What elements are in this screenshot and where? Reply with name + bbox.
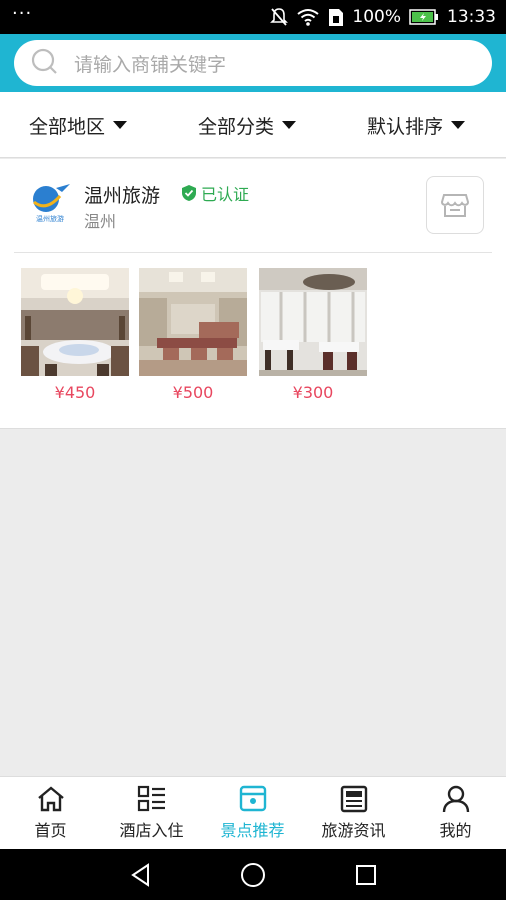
nav-mine-label: 我的 [439,821,472,840]
mute-icon [270,7,289,27]
verified-label: 已认证 [201,185,250,204]
home-icon [37,786,64,812]
nav-hotel[interactable]: 酒店入住 [101,777,202,850]
news-icon [340,785,367,813]
filter-bar: 全部地区 全部分类 默认排序 [0,92,506,158]
search-placeholder: 请输入商铺关键字 [74,53,227,76]
nav-news[interactable]: 旅游资讯 [303,777,404,850]
list-icon [137,785,165,812]
filter-sort-label: 默认排序 [367,115,444,138]
nav-mine[interactable]: 我的 [405,777,506,850]
filter-region-label: 全部地区 [29,115,106,138]
nav-news-label: 旅游资讯 [321,821,386,840]
store-icon [440,194,470,217]
battery-percent: 100% [352,7,401,27]
sim-icon [328,8,344,27]
overflow-dots-icon: ··· [12,3,33,24]
status-bar-right: 100% 13:33 [270,0,496,34]
wifi-icon [296,8,320,26]
product-thumb-3[interactable] [259,268,367,376]
product-thumb-2[interactable] [139,268,247,376]
search-bar: 请输入商铺关键字 [0,34,506,92]
shop-logo: 温州旅游 [28,182,72,224]
shield-check-icon [182,185,196,201]
nav-home-label: 首页 [34,821,67,840]
search-input[interactable]: 请输入商铺关键字 [14,40,492,86]
shop-name[interactable]: 温州旅游 [84,181,160,208]
product-price-1: ¥450 [54,383,96,402]
search-icon [30,47,58,79]
user-icon [442,785,469,813]
battery-icon [409,9,439,25]
nav-scenic-label: 景点推荐 [220,821,285,840]
store-button[interactable] [426,176,484,234]
status-bar: ··· 100% 13:33 [0,0,506,34]
filter-sort[interactable]: 默认排序 [367,92,466,158]
clock: 13:33 [447,7,496,27]
home-circle-icon[interactable] [239,861,267,889]
caret-down-icon [282,121,297,129]
nav-hotel-label: 酒店入住 [119,821,184,840]
card-divider [14,252,492,253]
recents-icon[interactable] [352,861,380,889]
shop-card[interactable]: 温州旅游 温州旅游 已认证 温州 ¥450 ¥500 ¥300 [0,159,506,429]
logo-text: 温州旅游 [36,214,64,223]
filter-category[interactable]: 全部分类 [198,92,297,158]
caret-down-icon [451,121,466,129]
product-thumb-1[interactable] [21,268,129,376]
nav-home[interactable]: 首页 [0,777,101,850]
shop-city: 温州 [84,212,117,231]
caret-down-icon [113,121,128,129]
product-price-2: ¥500 [172,383,214,402]
product-price-3: ¥300 [292,383,334,402]
system-nav-bar [0,849,506,900]
verified-badge: 已认证 [181,181,249,205]
filter-category-label: 全部分类 [198,115,275,138]
nav-scenic[interactable]: 景点推荐 [202,777,303,850]
filter-region[interactable]: 全部地区 [29,92,128,158]
bottom-nav: 首页 酒店入住 景点推荐 旅游资讯 我的 [0,776,506,849]
shop-icon [239,785,266,812]
back-icon[interactable] [127,861,155,889]
